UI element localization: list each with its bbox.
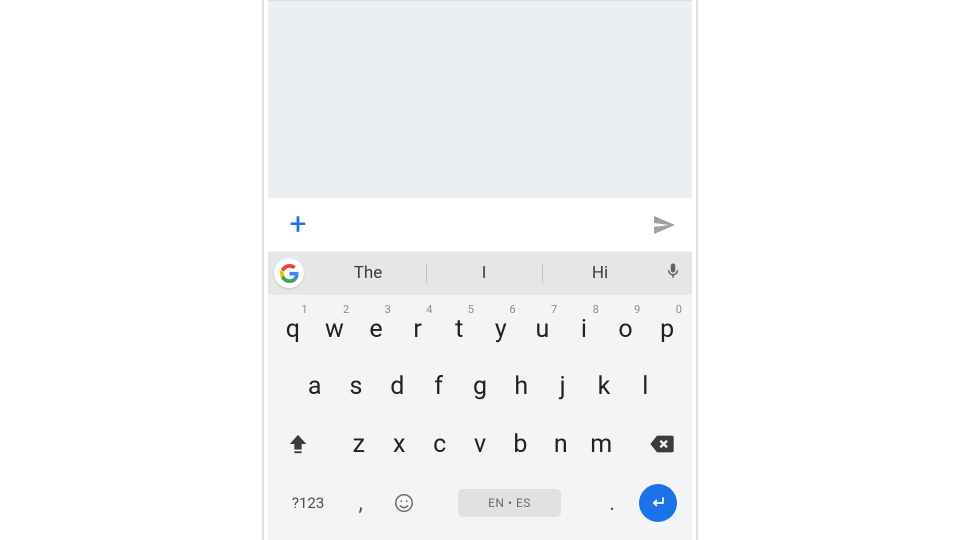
key-label: s: [350, 372, 363, 401]
key-t[interactable]: 5t: [438, 301, 480, 358]
key-o[interactable]: 9o: [605, 301, 647, 358]
key-label: m: [590, 430, 612, 459]
key-label: p: [660, 315, 674, 344]
google-logo-icon: [280, 264, 299, 283]
key-k[interactable]: k: [583, 358, 624, 415]
key-label: x: [393, 430, 405, 459]
key-q[interactable]: 1q: [272, 301, 314, 358]
key-r[interactable]: 4r: [397, 301, 439, 358]
key-v[interactable]: v: [460, 416, 500, 473]
key-b[interactable]: b: [500, 416, 540, 473]
key-label: n: [554, 430, 568, 459]
suggestion-item[interactable]: Hi: [542, 252, 658, 294]
compose-bar: +: [268, 198, 692, 252]
key-label: e: [369, 315, 382, 344]
shift-icon: [287, 432, 309, 456]
key-hint: 8: [593, 303, 599, 316]
key-label: k: [598, 372, 611, 401]
key-c[interactable]: c: [419, 416, 459, 473]
suggestion-list: The I Hi: [310, 252, 658, 294]
voice-input-button[interactable]: [664, 260, 682, 286]
key-j[interactable]: j: [542, 358, 583, 415]
key-f[interactable]: f: [418, 358, 459, 415]
key-l[interactable]: l: [625, 358, 666, 415]
space-key[interactable]: EN • ES: [427, 489, 591, 517]
period-key[interactable]: .: [592, 491, 633, 516]
keyboard-row-2: a s d f g h j k l: [272, 358, 688, 415]
key-hint: 4: [426, 303, 432, 316]
key-label: g: [473, 372, 487, 401]
emoji-icon: [393, 492, 415, 514]
google-search-button[interactable]: [274, 258, 304, 288]
enter-key[interactable]: [633, 484, 684, 522]
send-button[interactable]: [646, 213, 678, 237]
key-label: c: [433, 430, 446, 459]
key-hint: 9: [634, 303, 640, 316]
backspace-key[interactable]: [636, 416, 689, 473]
key-label: y: [495, 315, 507, 344]
key-y[interactable]: 6y: [480, 301, 522, 358]
microphone-icon: [664, 260, 682, 282]
key-label: d: [390, 372, 404, 401]
backspace-icon: [648, 434, 676, 454]
key-hint: 3: [385, 303, 391, 316]
key-d[interactable]: d: [377, 358, 418, 415]
suggestion-bar: The I Hi: [268, 252, 692, 294]
add-attachment-button[interactable]: +: [282, 210, 314, 240]
key-label: r: [413, 315, 421, 344]
key-hint: 0: [676, 303, 682, 316]
key-label: i: [581, 315, 587, 344]
keyboard-row-4: ?123 , EN • ES .: [272, 473, 688, 536]
key-m[interactable]: m: [581, 416, 621, 473]
key-label: u: [535, 315, 549, 344]
emoji-key[interactable]: [381, 492, 427, 514]
enter-icon: [648, 493, 668, 513]
key-label: q: [286, 315, 300, 344]
key-hint: 7: [551, 303, 557, 316]
key-n[interactable]: n: [541, 416, 581, 473]
key-hint: 1: [301, 303, 307, 316]
space-label: EN • ES: [458, 489, 561, 517]
key-a[interactable]: a: [294, 358, 335, 415]
suggestion-item[interactable]: I: [426, 252, 542, 294]
key-label: t: [455, 315, 463, 344]
symbols-key[interactable]: ?123: [276, 494, 340, 512]
key-hint: 2: [343, 303, 349, 316]
key-label: f: [434, 372, 443, 401]
comma-key[interactable]: ,: [340, 491, 381, 516]
key-label: a: [308, 372, 322, 401]
key-label: v: [474, 430, 486, 459]
key-h[interactable]: h: [501, 358, 542, 415]
key-label: b: [513, 430, 527, 459]
key-e[interactable]: 3e: [355, 301, 397, 358]
key-u[interactable]: 7u: [522, 301, 564, 358]
phone-frame: + The I Hi 1q 2w 3e 4r: [262, 0, 698, 540]
key-x[interactable]: x: [379, 416, 419, 473]
keyboard: 1q 2w 3e 4r 5t 6y 7u 8i 9o 0p a s d f g …: [268, 294, 692, 540]
key-label: j: [560, 372, 566, 401]
key-w[interactable]: 2w: [314, 301, 356, 358]
send-icon: [650, 213, 678, 237]
key-hint: 5: [468, 303, 474, 316]
key-label: l: [642, 372, 648, 401]
keyboard-row-3: z x c v b n m: [272, 416, 688, 473]
key-i[interactable]: 8i: [563, 301, 605, 358]
key-label: h: [514, 372, 528, 401]
key-p[interactable]: 0p: [646, 301, 688, 358]
key-label: o: [618, 315, 632, 344]
key-hint: 6: [509, 303, 515, 316]
shift-key[interactable]: [272, 416, 325, 473]
key-g[interactable]: g: [459, 358, 500, 415]
key-label: w: [325, 315, 344, 344]
chat-area: [268, 0, 692, 198]
key-z[interactable]: z: [339, 416, 379, 473]
keyboard-row-1: 1q 2w 3e 4r 5t 6y 7u 8i 9o 0p: [272, 301, 688, 358]
key-s[interactable]: s: [335, 358, 376, 415]
suggestion-item[interactable]: The: [310, 252, 426, 294]
key-label: z: [353, 430, 365, 459]
